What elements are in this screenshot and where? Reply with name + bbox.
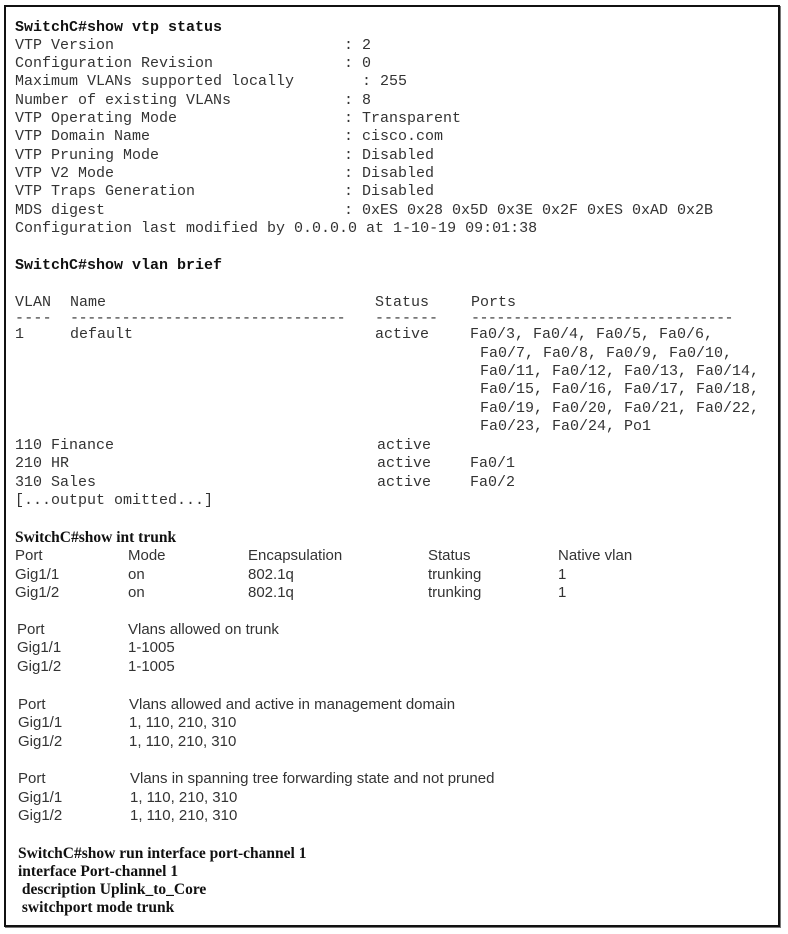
active-port: Gig1/2 [18, 733, 63, 750]
allowed-value: 1-1005 [128, 639, 175, 656]
vlan-ports-line: Fa0/19, Fa0/20, Fa0/21, Fa0/22, [480, 400, 760, 417]
vtp-row-label: VTP Traps Generation [15, 183, 196, 200]
vtp-row-value: : 2 [344, 37, 372, 54]
trunk-header-status: Status [428, 547, 471, 564]
vlan-brief-command: SwitchC#show vlan brief [15, 257, 223, 274]
trunk-native-vlan: 1 [558, 566, 567, 583]
vtp-row-value: : cisco.com [344, 128, 444, 145]
stp-section-title: Vlans in spanning tree forwarding state … [130, 770, 495, 787]
vlan-ports-line: Fa0/2 [470, 474, 516, 491]
trunk-native-vlan: 1 [558, 584, 567, 601]
stp-value: 1, 110, 210, 310 [130, 789, 238, 806]
vlan-name: HR [51, 455, 70, 472]
active-value: 1, 110, 210, 310 [129, 714, 237, 731]
trunk-header-encapsulation: Encapsulation [248, 547, 343, 564]
vlan-ports-line: Fa0/7, Fa0/8, Fa0/9, Fa0/10, [480, 345, 733, 362]
vlan-ports-line: Fa0/3, Fa0/4, Fa0/5, Fa0/6, [470, 326, 714, 343]
stp-port: Gig1/2 [18, 807, 63, 824]
vtp-row-label: MDS digest [15, 202, 106, 219]
vlan-ports-line: Fa0/15, Fa0/16, Fa0/17, Fa0/18, [480, 381, 760, 398]
stp-port: Gig1/1 [18, 789, 63, 806]
allowed-value: 1-1005 [128, 658, 175, 675]
active-value: 1, 110, 210, 310 [129, 733, 237, 750]
vlan-ports-line: Fa0/1 [470, 455, 516, 472]
vtp-row-label: VTP Pruning Mode [15, 147, 160, 164]
vtp-command: SwitchC#show vtp status [15, 19, 223, 36]
vtp-row-label: Configuration Revision [15, 55, 214, 72]
int-trunk-command: SwitchC#show int trunk [15, 529, 177, 546]
vtp-row-label: VTP V2 Mode [15, 165, 115, 182]
vtp-row-label: VTP Version [15, 37, 115, 54]
allowed-section-title: Vlans allowed on trunk [128, 621, 279, 638]
allowed-port: Gig1/2 [17, 658, 62, 675]
allowed-port-header: Port [17, 621, 45, 638]
run-config-line: interface Port-channel 1 [18, 863, 179, 880]
vlan-id: 310 [15, 474, 43, 491]
trunk-port: Gig1/2 [15, 584, 60, 601]
run-config-command: SwitchC#show run interface port-channel … [18, 845, 307, 862]
vtp-row-value: : Disabled [344, 165, 435, 182]
vtp-row-label: VTP Domain Name [15, 128, 151, 145]
trunk-mode: on [128, 584, 145, 601]
trunk-mode: on [128, 566, 145, 583]
trunk-port: Gig1/1 [15, 566, 60, 583]
active-port-header: Port [18, 696, 46, 713]
vtp-row-value: : Disabled [344, 183, 435, 200]
stp-port-header: Port [18, 770, 46, 787]
vtp-row-label: Number of existing VLANs [15, 92, 232, 109]
vlan-name: default [70, 326, 134, 343]
run-config-line: description Uplink_to_Core [18, 881, 207, 898]
vtp-last-modified: Configuration last modified by 0.0.0.0 a… [15, 220, 538, 237]
vtp-row-value: : 255 [362, 73, 408, 90]
vlan-id: 210 [15, 455, 43, 472]
vlan-name: Finance [51, 437, 115, 454]
trunk-status: trunking [428, 566, 482, 583]
run-config-line: switchport mode trunk [18, 899, 175, 916]
active-section-title: Vlans allowed and active in management d… [129, 696, 456, 713]
allowed-port: Gig1/1 [17, 639, 62, 656]
vtp-row-value: : 8 [344, 92, 372, 109]
vtp-row-label: Maximum VLANs supported locally [15, 73, 295, 90]
vtp-row-label: VTP Operating Mode [15, 110, 178, 127]
trunk-header-native-vlan: Native vlan [558, 547, 633, 564]
active-port: Gig1/1 [18, 714, 63, 731]
vlan-id: 1 [15, 326, 25, 343]
vlan-ports-line: Fa0/11, Fa0/12, Fa0/13, Fa0/14, [480, 363, 760, 380]
trunk-header-mode: Mode [128, 547, 166, 564]
vlan-ports-line: Fa0/23, Fa0/24, Po1 [480, 418, 652, 435]
vlan-name: Sales [51, 474, 97, 491]
vtp-row-value: : Transparent [344, 110, 462, 127]
stp-value: 1, 110, 210, 310 [130, 807, 238, 824]
trunk-encapsulation: 802.1q [248, 566, 294, 583]
output-omitted-note: [...output omitted...] [15, 492, 214, 509]
vtp-row-value: : 0xES 0x28 0x5D 0x3E 0x2F 0xES 0xAD 0x2… [344, 202, 714, 219]
trunk-header-port: Port [15, 547, 43, 564]
trunk-encapsulation: 802.1q [248, 584, 294, 601]
vlan-status: active [375, 326, 430, 343]
trunk-status: trunking [428, 584, 482, 601]
vlan-status: active [377, 437, 432, 454]
vtp-row-value: : Disabled [344, 147, 435, 164]
vlan-status: active [377, 455, 432, 472]
vlan-status: active [377, 474, 432, 491]
vlan-id: 110 [15, 437, 43, 454]
vtp-row-value: : 0 [344, 55, 372, 72]
